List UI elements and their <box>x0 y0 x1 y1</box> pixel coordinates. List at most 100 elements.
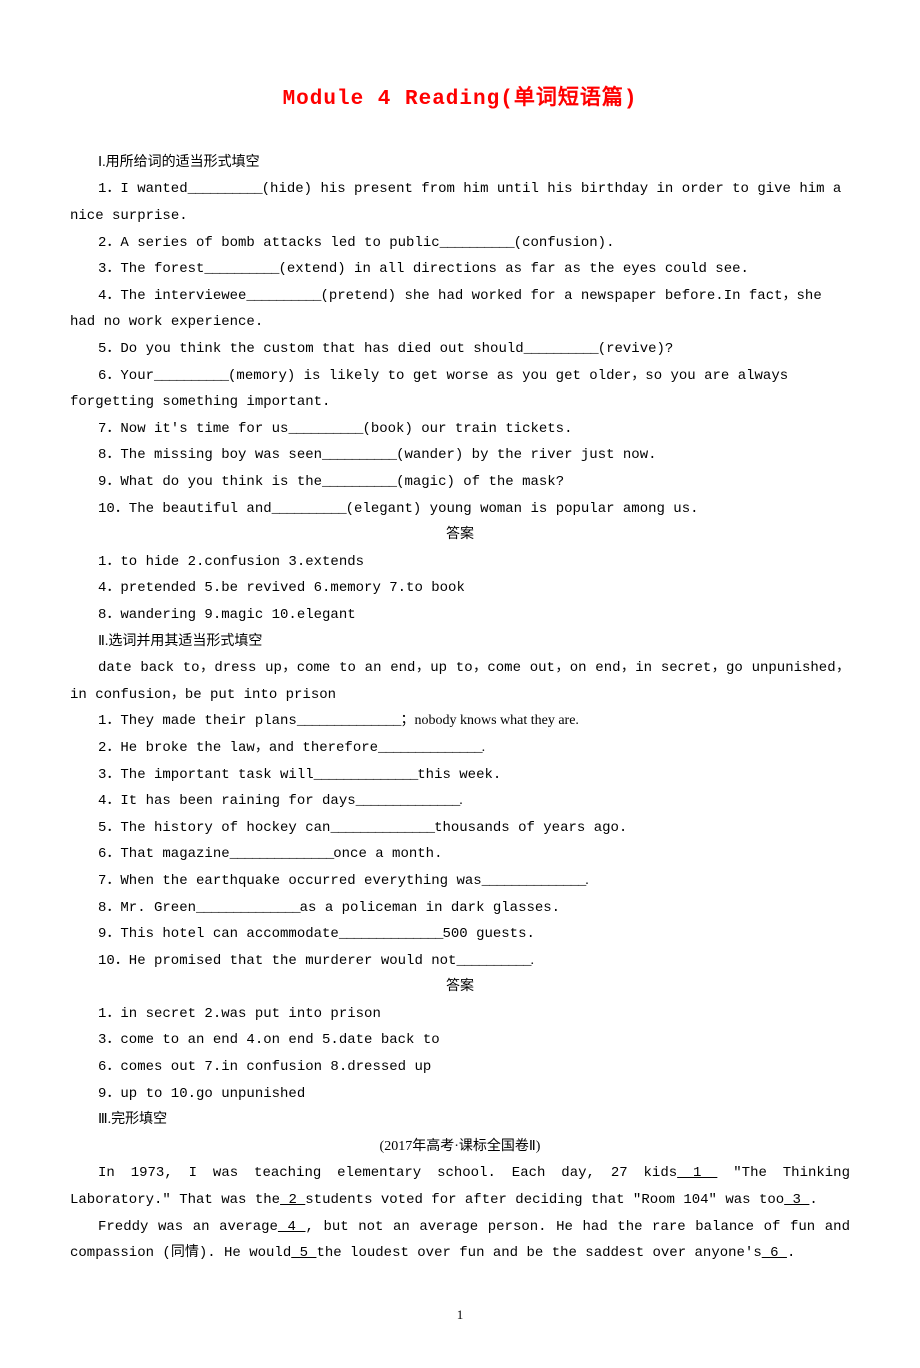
q1-4-cont: had no work experience. <box>70 309 850 336</box>
q-pre: 1．I wanted <box>98 181 188 197</box>
blank: __________ <box>272 501 346 517</box>
q-tail: as a policeman in dark glasses. <box>300 900 560 916</box>
q2-8: 8．Mr. Green______________as a policeman … <box>70 895 850 922</box>
q-pre: 7．When the earthquake occurred everythin… <box>98 873 482 889</box>
q-pre: 8．Mr. Green <box>98 900 196 916</box>
cloze-blank-1: 1 <box>677 1165 717 1181</box>
q-hint: (extend) in all directions as far as the… <box>278 261 748 277</box>
section-2-wordbank: date back to，dress up，come to an end，up … <box>70 655 850 708</box>
q-hint: (magic) of the mask? <box>396 474 564 490</box>
p1-g: . <box>809 1192 817 1208</box>
blank: __________ <box>288 421 362 437</box>
blank: ______________ <box>482 873 586 889</box>
answers-1-heading: 答案 <box>70 522 850 549</box>
p2-g: . <box>787 1245 795 1261</box>
q-tail: . <box>482 740 486 755</box>
passage-p1: In 1973, I was teaching elementary schoo… <box>70 1160 850 1213</box>
blank: __________ <box>188 181 262 197</box>
q-tail: . <box>459 793 463 808</box>
q-pre: 6．That magazine <box>98 846 230 862</box>
q2-1: 1．They made their plans______________；no… <box>70 708 850 735</box>
section-1-heading: Ⅰ.用所给词的适当形式填空 <box>70 150 850 177</box>
q-pre: 10．The beautiful and <box>98 501 272 517</box>
q-pre: 10．He promised that the murderer would n… <box>98 953 456 969</box>
blank: __________ <box>456 953 530 969</box>
q-pre: 4．It has been raining for days <box>98 793 356 809</box>
ans-2-line-3: 6．comes out 7.in confusion 8.dressed up <box>70 1054 850 1081</box>
answers-2-heading: 答案 <box>70 974 850 1001</box>
q-hint: (wander) by the river just now. <box>396 447 656 463</box>
blank: ______________ <box>378 740 482 756</box>
section-3-heading: Ⅲ.完形填空 <box>70 1107 850 1134</box>
passage-source: (2017年高考·课标全国卷Ⅱ) <box>70 1134 850 1161</box>
q-hint: (hide) his present from him until his bi… <box>262 181 842 197</box>
q-hint: (elegant) young woman is popular among u… <box>346 501 699 517</box>
q1-1-cont: nice surprise. <box>70 203 850 230</box>
passage-p2: Freddy was an average 4 , but not an ave… <box>70 1214 850 1267</box>
q-hint: (revive)? <box>598 341 674 357</box>
section-2-heading: Ⅱ.选词并用其适当形式填空 <box>70 629 850 656</box>
q-tail: this week. <box>417 767 501 783</box>
ans-2-line-2: 3．come to an end 4.on end 5.date back to <box>70 1027 850 1054</box>
q1-6: 6．Your__________(memory) is likely to ge… <box>70 363 850 390</box>
q1-3: 3．The forest__________(extend) in all di… <box>70 256 850 283</box>
q-pre: 8．The missing boy was seen <box>98 447 322 463</box>
q2-9: 9．This hotel can accommodate____________… <box>70 921 850 948</box>
q1-7: 7．Now it's time for us__________(book) o… <box>70 416 850 443</box>
page-number: 1 <box>70 1303 850 1328</box>
q1-2: 2．A series of bomb attacks led to public… <box>70 230 850 257</box>
q-pre: 3．The forest <box>98 261 204 277</box>
blank: __________ <box>524 341 598 357</box>
q-tail: . <box>530 953 534 968</box>
q-pre: 1．They made their plans <box>98 713 297 729</box>
q1-4: 4．The interviewee__________(pretend) she… <box>70 283 850 310</box>
blank: __________ <box>322 447 396 463</box>
blank: __________ <box>440 235 514 251</box>
blank: ______________ <box>314 767 418 783</box>
ans-1-line-2: 4．pretended 5.be revived 6.memory 7.to b… <box>70 575 850 602</box>
blank: __________ <box>322 474 396 490</box>
q-pre: 5．Do you think the custom that has died … <box>98 341 524 357</box>
q1-8: 8．The missing boy was seen__________(wan… <box>70 442 850 469</box>
p2-a: Freddy was an average <box>98 1219 278 1235</box>
q-pre: 3．The important task will <box>98 767 314 783</box>
p1-e: students voted for after deciding that "… <box>305 1192 784 1208</box>
q1-6-cont: forgetting something important. <box>70 389 850 416</box>
cloze-blank-6: 6 <box>762 1245 787 1261</box>
q1-1: 1．I wanted__________(hide) his present f… <box>70 176 850 203</box>
p1-a: In 1973, I was teaching elementary schoo… <box>98 1165 677 1181</box>
blank: __________ <box>154 368 228 384</box>
cloze-blank-4: 4 <box>278 1219 306 1235</box>
cloze-blank-2: 2 <box>280 1192 305 1208</box>
q-tail: thousands of years ago. <box>434 820 627 836</box>
q2-2: 2．He broke the law，and therefore________… <box>70 735 850 762</box>
q-tail: ；nobody knows what they are. <box>400 713 578 728</box>
q1-10: 10．The beautiful and__________(elegant) … <box>70 496 850 523</box>
cloze-blank-5: 5 <box>291 1245 316 1261</box>
ans-1-line-3: 8．wandering 9.magic 10.elegant <box>70 602 850 629</box>
q-pre: 2．He broke the law，and therefore <box>98 740 378 756</box>
q-pre: 6．Your <box>98 368 154 384</box>
blank: ______________ <box>196 900 300 916</box>
q2-5: 5．The history of hockey can_____________… <box>70 815 850 842</box>
q-hint: (memory) is likely to get worse as you g… <box>228 368 788 384</box>
q1-9: 9．What do you think is the__________(mag… <box>70 469 850 496</box>
q-pre: 4．The interviewee <box>98 288 246 304</box>
q2-4: 4．It has been raining for days__________… <box>70 788 850 815</box>
q-hint: (pretend) she had worked for a newspaper… <box>320 288 821 304</box>
blank: ______________ <box>330 820 434 836</box>
blank: ______________ <box>297 713 401 729</box>
q-pre: 9．This hotel can accommodate <box>98 926 339 942</box>
q-pre: 5．The history of hockey can <box>98 820 330 836</box>
q-tail: 500 guests. <box>442 926 534 942</box>
q-pre: 9．What do you think is the <box>98 474 322 490</box>
ans-2-line-1: 1．in secret 2.was put into prison <box>70 1001 850 1028</box>
q-pre: 2．A series of bomb attacks led to public <box>98 235 440 251</box>
blank: ______________ <box>339 926 443 942</box>
q2-3: 3．The important task will______________t… <box>70 762 850 789</box>
q1-5: 5．Do you think the custom that has died … <box>70 336 850 363</box>
q2-6: 6．That magazine______________once a mont… <box>70 841 850 868</box>
ans-1-line-1: 1．to hide 2.confusion 3.extends <box>70 549 850 576</box>
blank: ______________ <box>230 846 334 862</box>
blank: ______________ <box>356 793 460 809</box>
